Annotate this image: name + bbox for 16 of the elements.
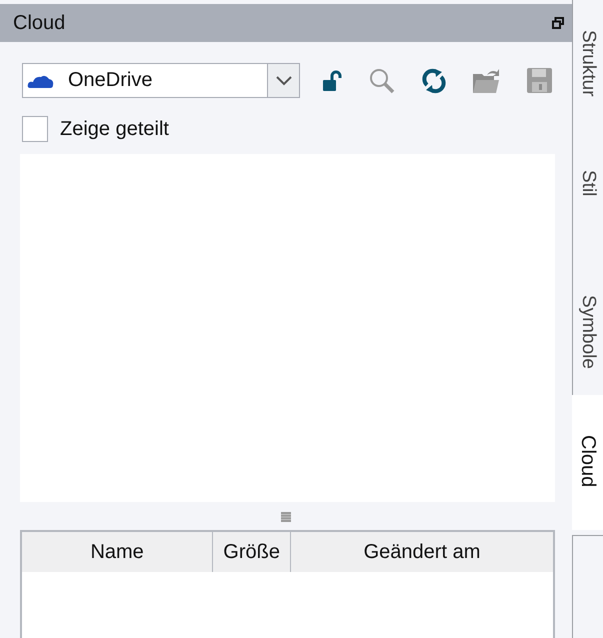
- show-shared-checkbox[interactable]: [22, 116, 48, 142]
- show-shared-label: Zeige geteilt: [60, 118, 169, 140]
- splitter-grip-icon[interactable]: [281, 512, 291, 522]
- side-tab[interactable]: Cloud: [572, 395, 603, 530]
- refresh-icon[interactable]: [422, 68, 446, 94]
- restore-icon[interactable]: [552, 17, 564, 29]
- caret-icon: [276, 76, 292, 86]
- save-icon[interactable]: [526, 67, 553, 94]
- column-header[interactable]: Größe: [213, 532, 291, 572]
- unlocked-padlock-icon[interactable]: [322, 70, 342, 92]
- search-icon[interactable]: [368, 66, 396, 94]
- column-header[interactable]: Name: [22, 532, 214, 572]
- open-folder-icon[interactable]: [472, 68, 500, 94]
- account-dropdown[interactable]: OneDrive: [22, 63, 300, 98]
- panel-title: Cloud: [13, 12, 66, 34]
- column-header[interactable]: Geändert am: [290, 532, 553, 572]
